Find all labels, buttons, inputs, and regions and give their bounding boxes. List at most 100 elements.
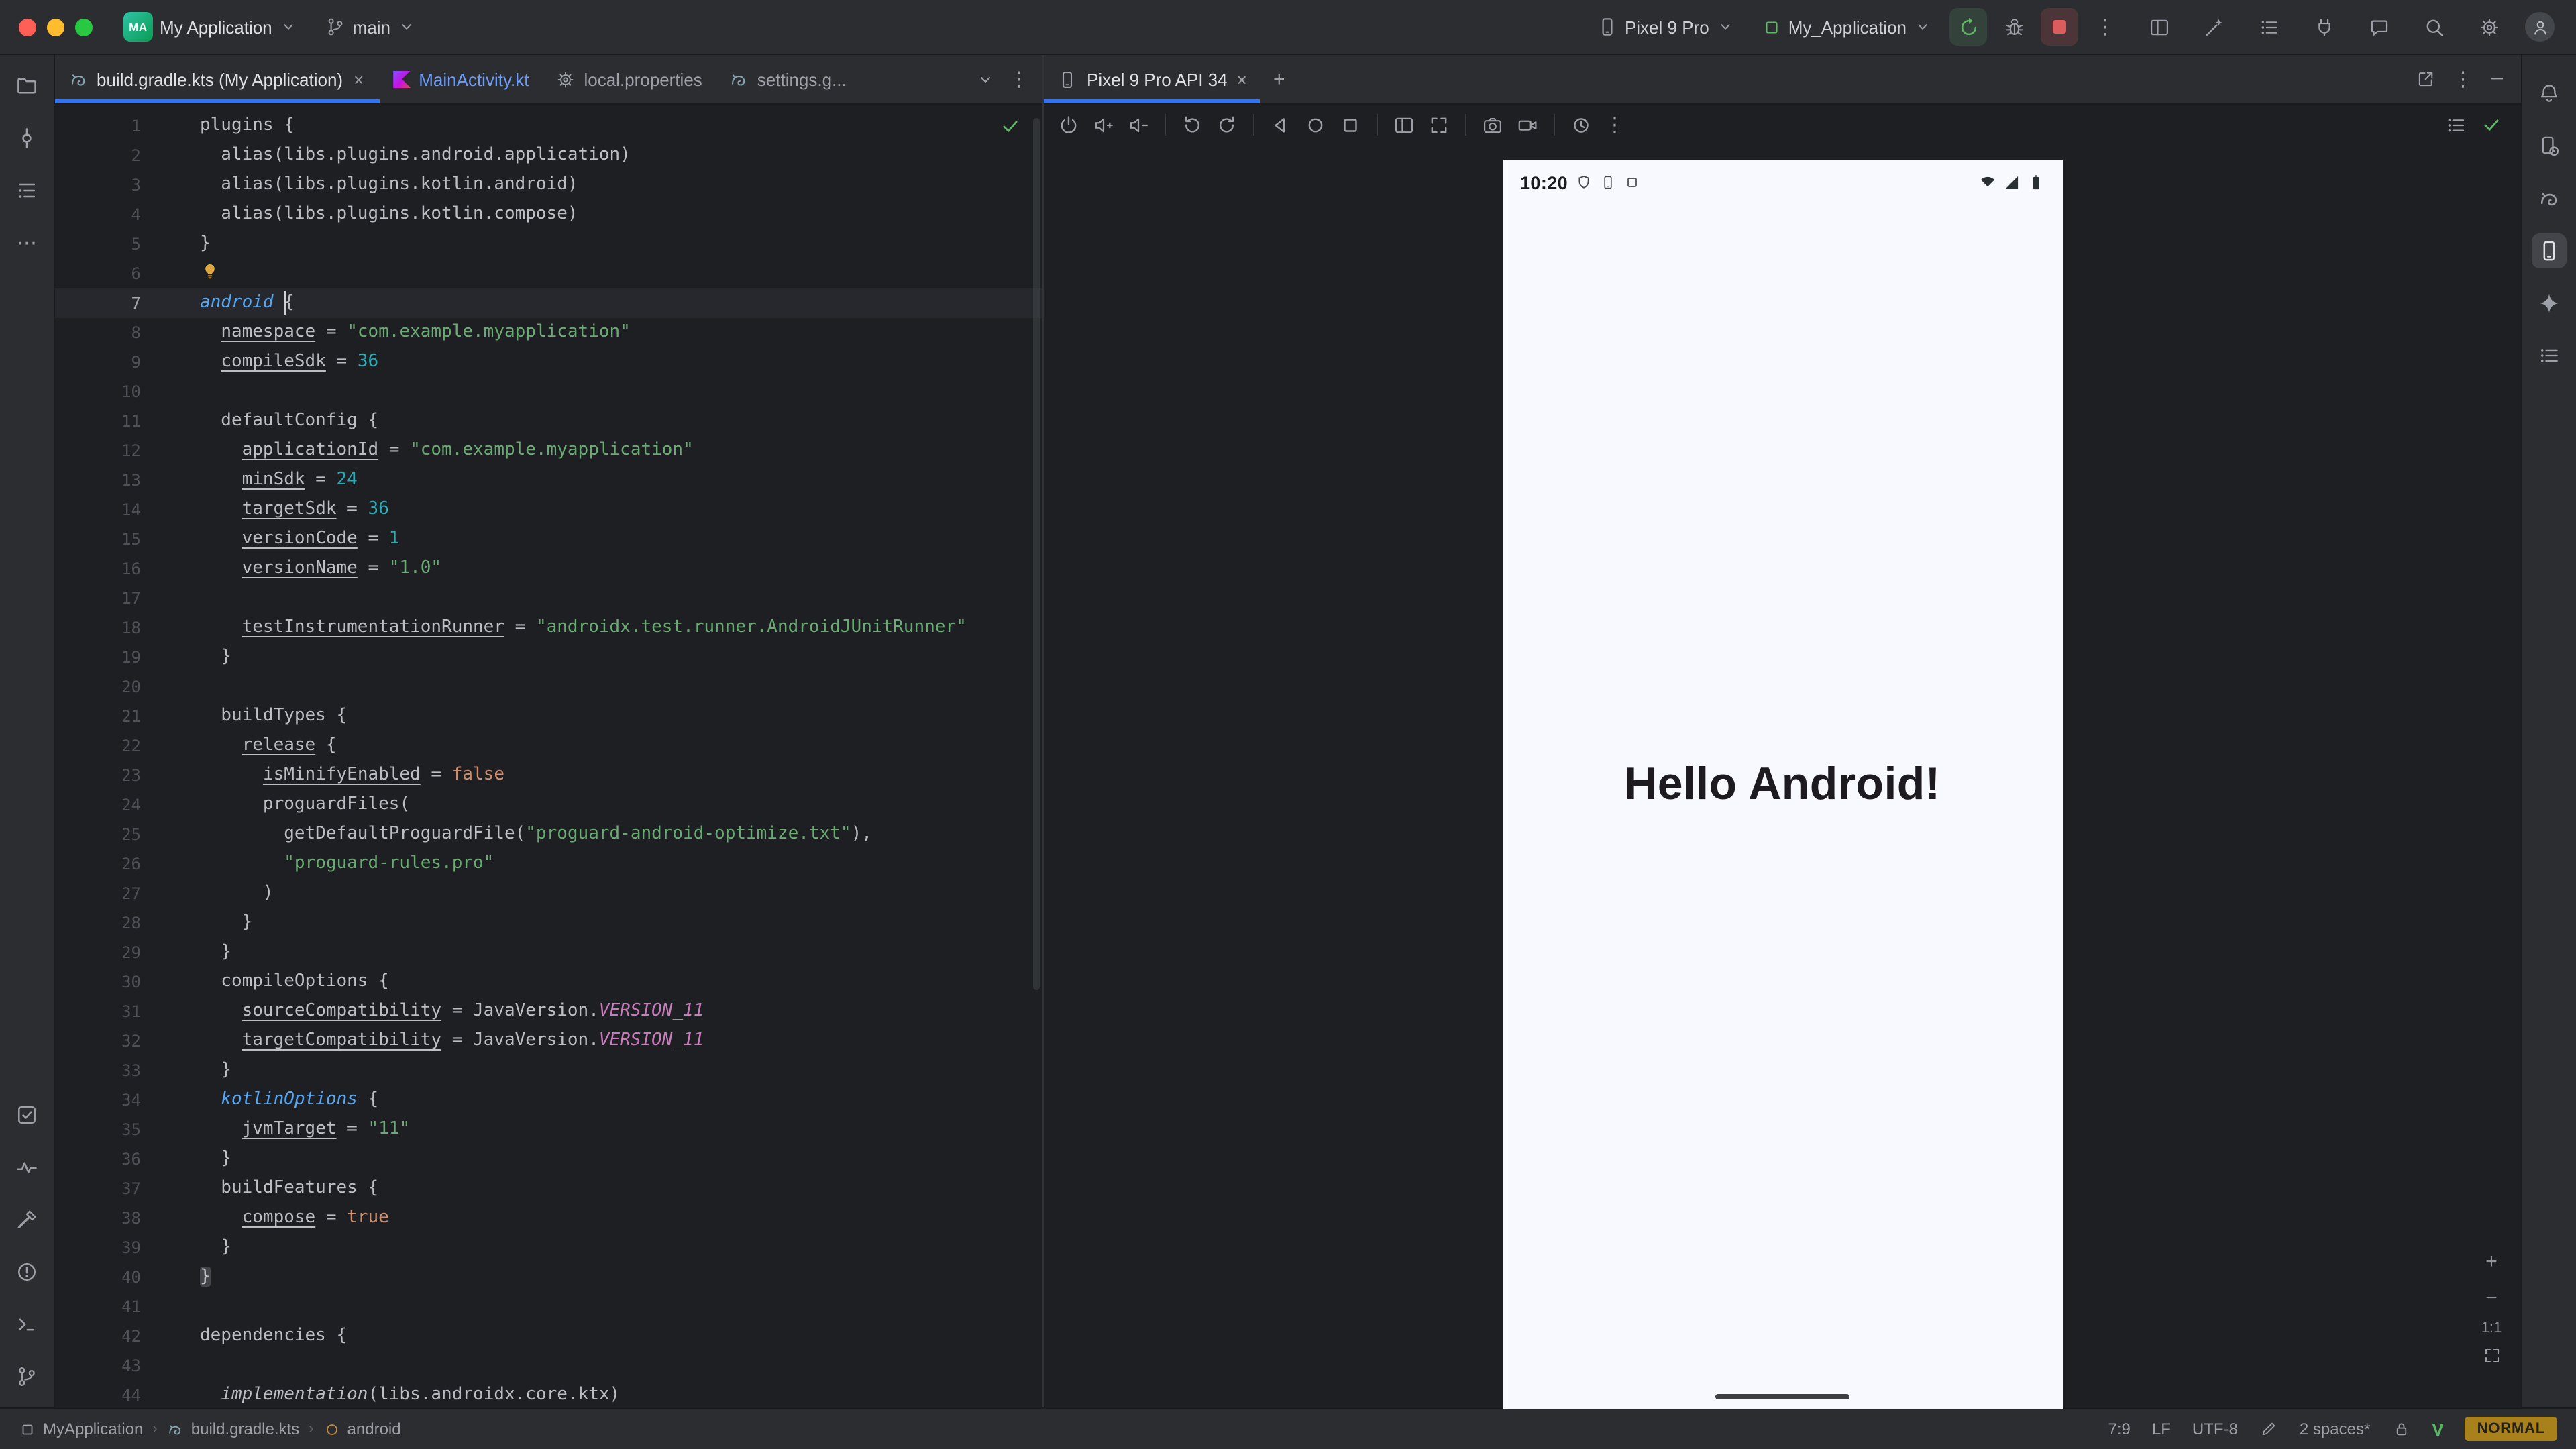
- editor-scrollbar[interactable]: [1033, 118, 1040, 990]
- line-number[interactable]: 26: [55, 849, 141, 879]
- code-line[interactable]: 38 compose = true: [55, 1203, 1042, 1233]
- emulator-screen[interactable]: 10:20 Hello Android!: [1503, 160, 2062, 1409]
- code-line[interactable]: 40}: [55, 1263, 1042, 1292]
- line-number[interactable]: 35: [55, 1115, 141, 1144]
- code-line[interactable]: 41: [55, 1292, 1042, 1322]
- code-line[interactable]: 31 sourceCompatibility = JavaVersion.VER…: [55, 997, 1042, 1026]
- code-line[interactable]: 29 }: [55, 938, 1042, 967]
- rerun-button[interactable]: [1949, 8, 1987, 46]
- close-icon[interactable]: ×: [351, 69, 366, 89]
- tab-settings-gradle[interactable]: settings.g...: [716, 55, 860, 103]
- code-line[interactable]: 15 versionCode = 1: [55, 525, 1042, 554]
- editor-options-kebab-icon[interactable]: ⋮: [1009, 69, 1029, 89]
- tab-build-gradle[interactable]: build.gradle.kts (My Application) ×: [55, 55, 380, 103]
- encoding-widget[interactable]: UTF-8: [2192, 1419, 2238, 1438]
- display-settings-icon[interactable]: [2445, 113, 2467, 136]
- tool-running-devices-button[interactable]: [2532, 233, 2567, 268]
- line-number[interactable]: 7: [55, 288, 141, 318]
- breadcrumb-block[interactable]: android: [323, 1419, 401, 1438]
- line-number[interactable]: 43: [55, 1351, 141, 1381]
- project-widget[interactable]: MA My Application: [114, 8, 307, 46]
- breadcrumb-project[interactable]: MyApplication: [19, 1419, 143, 1438]
- code-line[interactable]: 24 proguardFiles(: [55, 790, 1042, 820]
- code-line[interactable]: 30 compileOptions {: [55, 967, 1042, 997]
- line-number[interactable]: 23: [55, 761, 141, 790]
- tool-device-manager-button[interactable]: [2532, 129, 2567, 164]
- power-button-icon[interactable]: [1057, 113, 1080, 136]
- line-number[interactable]: 17: [55, 584, 141, 613]
- line-number[interactable]: 14: [55, 495, 141, 525]
- code-line[interactable]: 35 jvmTarget = "11": [55, 1115, 1042, 1144]
- add-device-tab-button[interactable]: +: [1260, 55, 1298, 103]
- code-line[interactable]: 21 buildTypes {: [55, 702, 1042, 731]
- code-line[interactable]: 10: [55, 377, 1042, 407]
- rotate-left-icon[interactable]: [1181, 113, 1203, 136]
- more-tool-windows-button[interactable]: ⋯: [9, 225, 44, 260]
- code-line[interactable]: 34 kotlinOptions {: [55, 1085, 1042, 1115]
- line-number[interactable]: 19: [55, 643, 141, 672]
- line-number[interactable]: 15: [55, 525, 141, 554]
- device-selector[interactable]: Pixel 9 Pro: [1587, 8, 1744, 46]
- user-avatar[interactable]: [2525, 12, 2555, 42]
- code-line[interactable]: 26 "proguard-rules.pro": [55, 849, 1042, 879]
- line-number[interactable]: 24: [55, 790, 141, 820]
- gesture-navigation-pill[interactable]: [1715, 1393, 1849, 1399]
- tool-commit-button[interactable]: [9, 121, 44, 156]
- breadcrumb-file[interactable]: build.gradle.kts: [167, 1419, 299, 1438]
- zoom-in-button[interactable]: +: [2478, 1248, 2505, 1275]
- nav-recents-icon[interactable]: [1339, 113, 1362, 136]
- line-number[interactable]: 8: [55, 318, 141, 347]
- line-number[interactable]: 32: [55, 1026, 141, 1056]
- read-only-lock-icon[interactable]: [2392, 1419, 2410, 1438]
- line-number[interactable]: 25: [55, 820, 141, 849]
- line-number[interactable]: 4: [55, 200, 141, 229]
- code-line[interactable]: 19 }: [55, 643, 1042, 672]
- line-number[interactable]: 29: [55, 938, 141, 967]
- line-number[interactable]: 38: [55, 1203, 141, 1233]
- ideavim-icon[interactable]: V: [2432, 1419, 2443, 1439]
- line-number[interactable]: 12: [55, 436, 141, 466]
- code-line[interactable]: 13 minSdk = 24: [55, 466, 1042, 495]
- code-line[interactable]: 7android {: [55, 288, 1042, 318]
- line-number[interactable]: 5: [55, 229, 141, 259]
- tool-gradle-button[interactable]: [2532, 181, 2567, 216]
- window-zoom-button[interactable]: [75, 18, 93, 36]
- code-line[interactable]: 22 release {: [55, 731, 1042, 761]
- line-number[interactable]: 13: [55, 466, 141, 495]
- line-number[interactable]: 42: [55, 1322, 141, 1351]
- tool-device-explorer-button[interactable]: [2532, 338, 2567, 373]
- code-line[interactable]: 16 versionName = "1.0": [55, 554, 1042, 584]
- code-line[interactable]: 20: [55, 672, 1042, 702]
- volume-down-icon[interactable]: [1127, 113, 1150, 136]
- code-line[interactable]: 2 alias(libs.plugins.android.application…: [55, 141, 1042, 170]
- code-line[interactable]: 25 getDefaultProguardFile("proguard-andr…: [55, 820, 1042, 849]
- window-minimize-button[interactable]: [47, 18, 64, 36]
- code-line[interactable]: 42dependencies {: [55, 1322, 1042, 1351]
- line-number[interactable]: 40: [55, 1263, 141, 1292]
- close-icon[interactable]: ×: [1237, 69, 1247, 89]
- tool-todo-button[interactable]: [9, 1097, 44, 1132]
- line-number[interactable]: 44: [55, 1381, 141, 1407]
- tool-problems-button[interactable]: [9, 1254, 44, 1289]
- code-line[interactable]: 44 implementation(libs.androidx.core.ktx…: [55, 1381, 1042, 1407]
- screen-record-icon[interactable]: [1516, 113, 1539, 136]
- tool-structure-button[interactable]: [9, 173, 44, 208]
- line-number[interactable]: 3: [55, 170, 141, 200]
- line-number[interactable]: 11: [55, 407, 141, 436]
- hidden-tabs-chevron-icon[interactable]: [975, 69, 996, 89]
- vim-mode-badge[interactable]: NORMAL: [2465, 1417, 2557, 1441]
- inspections-status-widget[interactable]: [1000, 115, 1021, 137]
- panel-options-kebab-icon[interactable]: ⋮: [2453, 69, 2473, 89]
- run-options-menu[interactable]: ⋮: [2086, 8, 2124, 46]
- line-number[interactable]: 41: [55, 1292, 141, 1322]
- rotate-right-icon[interactable]: [1216, 113, 1238, 136]
- code-line[interactable]: 8 namespace = "com.example.myapplication…: [55, 318, 1042, 347]
- line-number[interactable]: 6: [55, 259, 141, 288]
- line-number[interactable]: 28: [55, 908, 141, 938]
- code-line[interactable]: 4 alias(libs.plugins.kotlin.compose): [55, 200, 1042, 229]
- line-separator-widget[interactable]: LF: [2152, 1419, 2171, 1438]
- tab-pixel-9-pro-api-34[interactable]: Pixel 9 Pro API 34 ×: [1044, 55, 1260, 103]
- code-line[interactable]: 14 targetSdk = 36: [55, 495, 1042, 525]
- code-area[interactable]: 1plugins {2 alias(libs.plugins.android.a…: [55, 111, 1042, 1407]
- code-line[interactable]: 36 }: [55, 1144, 1042, 1174]
